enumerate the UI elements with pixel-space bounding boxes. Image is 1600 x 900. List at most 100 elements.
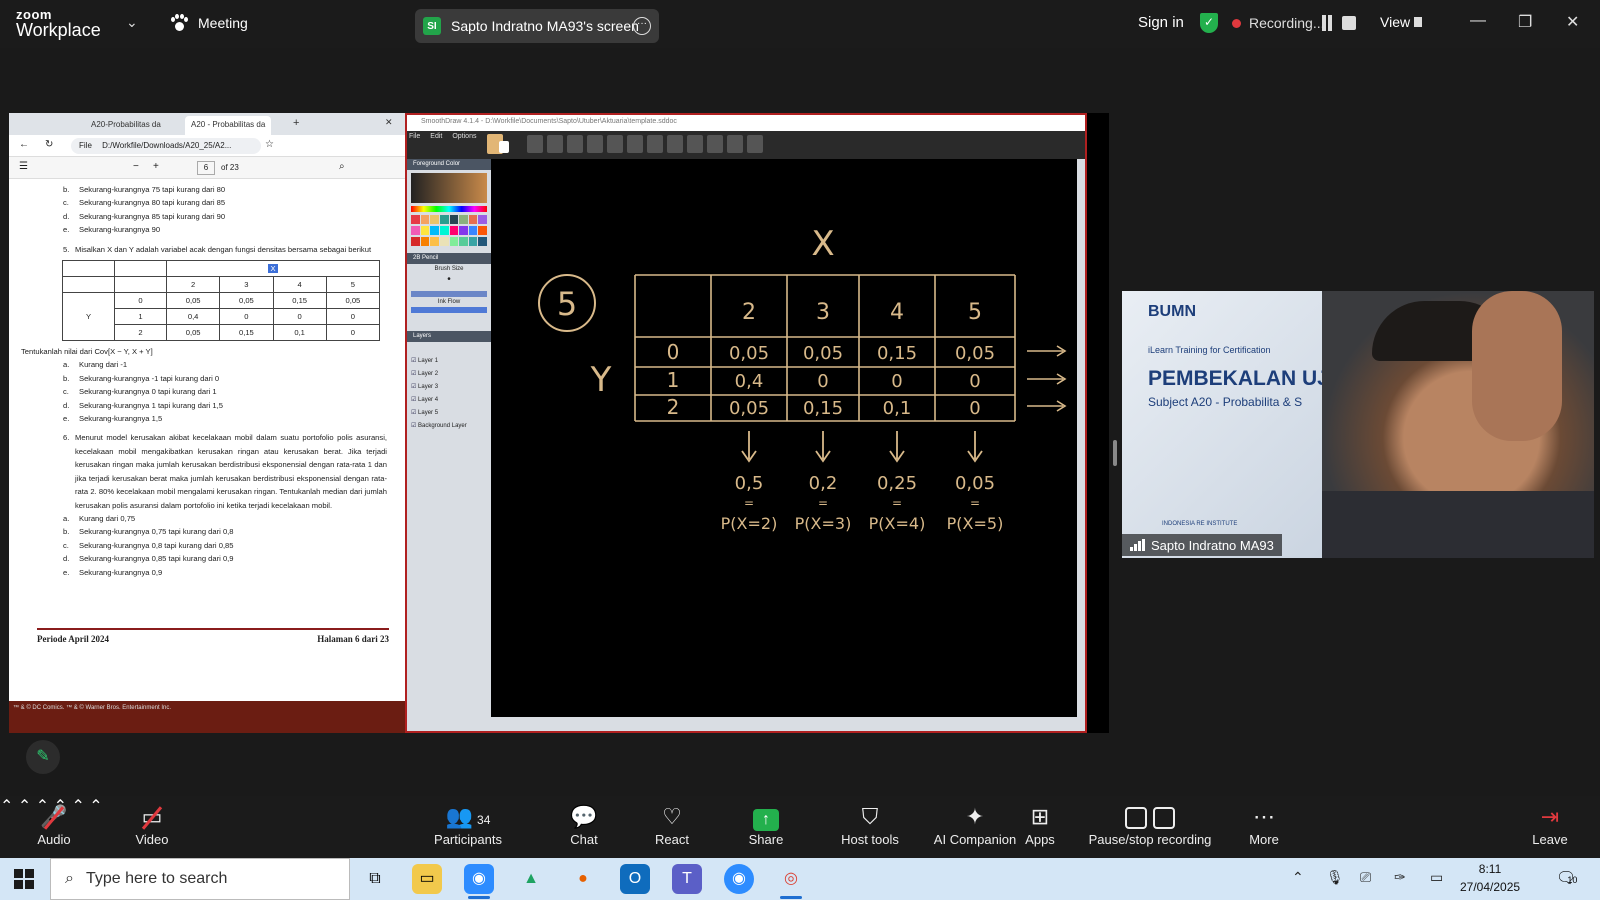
palette-swatch[interactable] <box>449 237 459 246</box>
palette-swatch[interactable] <box>430 237 439 246</box>
microphone-tray-icon[interactable]: 🎙 <box>1326 869 1344 886</box>
palette-swatch[interactable] <box>430 226 439 235</box>
palette-swatch[interactable] <box>411 226 420 235</box>
palette-swatch[interactable] <box>420 215 430 224</box>
annotate-pen-icon[interactable]: ✎ <box>26 740 60 774</box>
pause-recording-icon[interactable] <box>1320 15 1334 31</box>
zoom-out-icon[interactable]: − <box>133 161 139 172</box>
palette-swatch[interactable] <box>449 215 459 224</box>
apps-button[interactable]: ⊞ Apps <box>1018 802 1062 847</box>
zoom-workplace-logo[interactable]: zoom Workplace <box>16 8 101 39</box>
zoom-meeting-icon[interactable]: ◉ <box>724 864 754 894</box>
layer-item[interactable]: Layer 2 <box>407 367 491 380</box>
chrome-icon[interactable]: ◎ <box>776 864 806 899</box>
view-layout-icon[interactable] <box>1414 17 1422 27</box>
palette-swatch[interactable] <box>411 237 420 246</box>
layer-item[interactable]: Background Layer <box>407 419 491 432</box>
palette-swatch[interactable] <box>411 215 420 224</box>
color-picker[interactable] <box>411 173 487 203</box>
react-button[interactable]: ♡ React <box>650 802 694 847</box>
panel-resize-handle[interactable] <box>1113 440 1117 466</box>
brush-tool-icon[interactable] <box>647 135 663 153</box>
more-options-icon[interactable]: ··· <box>633 17 651 35</box>
menu-item-file[interactable]: File <box>409 133 420 140</box>
palette-swatch[interactable] <box>420 226 430 235</box>
sign-in-link[interactable]: Sign in <box>1138 14 1184 31</box>
brush-tool-icon[interactable] <box>607 135 623 153</box>
task-view-icon[interactable]: ⧉ <box>360 864 390 894</box>
palette-swatch[interactable] <box>430 215 439 224</box>
palette-swatch[interactable] <box>468 237 478 246</box>
teams-icon[interactable]: T <box>672 864 702 894</box>
hue-slider[interactable] <box>411 206 487 212</box>
palette-swatch[interactable] <box>478 215 487 224</box>
stop-recording-icon[interactable] <box>1342 16 1356 30</box>
favorite-star-icon[interactable]: ☆ <box>265 139 274 150</box>
zoom-in-icon[interactable]: + <box>153 161 159 172</box>
brush-tool-icon[interactable] <box>727 135 743 153</box>
brush-tool-icon[interactable] <box>567 135 583 153</box>
brush-size-slider[interactable] <box>411 291 487 297</box>
more-button[interactable]: ⋯ More <box>1244 802 1284 847</box>
url-field[interactable]: File D:/Workfile/Downloads/A20_25/A2... <box>71 138 261 154</box>
reload-icon[interactable]: ↻ <box>45 139 53 150</box>
palette-swatch[interactable] <box>468 215 478 224</box>
palette-swatch[interactable] <box>459 226 468 235</box>
leave-button[interactable]: ⇥ Leave <box>1528 802 1572 847</box>
palette-swatch[interactable] <box>468 226 478 235</box>
palette-swatch[interactable] <box>459 237 468 246</box>
screen-share-tray-icon[interactable]: ⎚ <box>1360 869 1371 886</box>
new-tab-icon[interactable]: + <box>293 117 299 129</box>
pause-stop-recording-button[interactable]: Pause/stop recording <box>1088 802 1212 847</box>
palette-swatch[interactable] <box>439 215 449 224</box>
firefox-icon[interactable]: ● <box>568 864 598 894</box>
browser-tab[interactable]: A20-Probabilitas da <box>85 116 167 135</box>
zoom-app-icon[interactable]: ◉ <box>464 864 494 899</box>
windows-start-icon[interactable] <box>14 869 34 889</box>
background-color-swatch[interactable] <box>499 141 509 153</box>
brush-tool-icon[interactable] <box>627 135 643 153</box>
encryption-shield-icon[interactable]: ✓ <box>1200 13 1218 33</box>
layer-item[interactable]: Layer 1 <box>407 354 491 367</box>
brush-tool-icon[interactable] <box>707 135 723 153</box>
page-number-input[interactable]: 6 <box>197 161 215 175</box>
restore-window-icon[interactable]: ❐ <box>1518 12 1532 32</box>
layer-item[interactable]: Layer 5 <box>407 406 491 419</box>
system-clock[interactable]: 8:11 27/04/2025 <box>1460 860 1520 896</box>
palette-swatch[interactable] <box>478 237 487 246</box>
brush-tool-icon[interactable] <box>667 135 683 153</box>
screen-share-indicator[interactable]: SI Sapto Indratno MA93's screen ··· <box>415 9 659 43</box>
google-drive-icon[interactable]: ▲ <box>516 864 546 894</box>
audio-button[interactable]: 🎤 Audio <box>34 802 74 847</box>
palette-swatch[interactable] <box>478 226 487 235</box>
contents-icon[interactable]: ☰ <box>19 161 28 172</box>
menu-item-options[interactable]: Options <box>452 133 476 140</box>
brush-tool-icon[interactable] <box>587 135 603 153</box>
video-options-chevron-icon[interactable]: ⌃ <box>18 798 31 815</box>
chevron-down-icon[interactable]: ⌄ <box>126 14 138 31</box>
participants-button[interactable]: 👥 34 Participants <box>432 802 504 847</box>
search-icon[interactable]: ⌕ <box>339 161 345 172</box>
palette-swatch[interactable] <box>420 237 430 246</box>
apps-chevron-icon[interactable]: ⌃ <box>89 798 102 815</box>
back-arrow-icon[interactable]: ← <box>19 139 29 150</box>
chat-button[interactable]: 💬 Chat <box>564 802 604 847</box>
share-button[interactable]: ↑ Share <box>744 802 788 847</box>
brush-tool-icon[interactable] <box>547 135 563 153</box>
notifications-icon[interactable]: 🗨10 <box>1556 868 1577 888</box>
display-tray-icon[interactable]: ▭ <box>1430 869 1443 886</box>
ink-flow-slider[interactable] <box>411 307 487 313</box>
minimize-window-icon[interactable]: — <box>1470 12 1486 30</box>
palette-swatch[interactable] <box>439 226 449 235</box>
layer-item[interactable]: Layer 3 <box>407 380 491 393</box>
close-window-icon[interactable]: ✕ <box>385 117 393 128</box>
browser-tab-active[interactable]: A20 - Probabilitas da <box>185 116 272 135</box>
ai-companion-button[interactable]: ✦ AI Companion <box>920 802 1030 847</box>
host-tools-button[interactable]: ⛉ Host tools <box>826 802 914 847</box>
video-button[interactable]: ▭ Video <box>130 802 174 847</box>
palette-swatch[interactable] <box>459 215 468 224</box>
palette-swatch[interactable] <box>439 237 449 246</box>
participant-video-tile[interactable]: BUMN iLearn Training for Certification P… <box>1122 291 1594 558</box>
brush-tool-icon[interactable] <box>687 135 703 153</box>
view-menu-button[interactable]: View <box>1380 14 1410 30</box>
